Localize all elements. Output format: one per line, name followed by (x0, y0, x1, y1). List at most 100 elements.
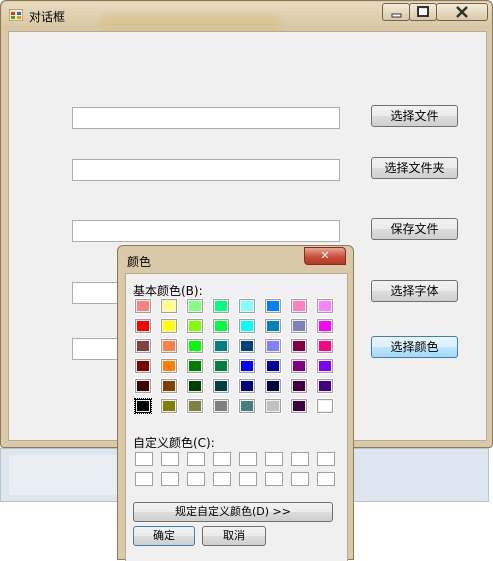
close-window-button[interactable] (436, 3, 488, 21)
basic-color-swatch[interactable] (316, 398, 334, 414)
basic-color-swatch[interactable] (238, 378, 256, 394)
basic-color-swatch[interactable] (134, 298, 152, 314)
swatch-fill (215, 321, 227, 331)
swatch-fill (293, 381, 305, 391)
custom-color-well[interactable] (291, 452, 309, 466)
swatch-fill (319, 341, 331, 351)
swatch-fill (189, 321, 201, 331)
basic-color-swatch[interactable] (290, 358, 308, 374)
basic-color-swatch[interactable] (160, 318, 178, 334)
basic-color-swatch[interactable] (186, 338, 204, 354)
swatch-fill (189, 361, 201, 371)
select-color-button[interactable]: 选择颜色 (371, 336, 458, 358)
custom-color-well[interactable] (161, 472, 179, 486)
dialog-close-button[interactable]: ✕ (304, 247, 346, 265)
basic-color-swatch[interactable] (316, 318, 334, 334)
basic-color-swatch[interactable] (290, 338, 308, 354)
save-file-button[interactable]: 保存文件 (371, 218, 458, 240)
basic-color-swatch[interactable] (186, 358, 204, 374)
swatch-fill (267, 321, 279, 331)
basic-color-swatch[interactable] (186, 298, 204, 314)
define-custom-colors-button[interactable]: 规定自定义颜色(D) >> (133, 502, 333, 522)
swatch-fill (319, 401, 331, 411)
maximize-button[interactable] (409, 3, 437, 21)
basic-color-swatch[interactable] (160, 358, 178, 374)
selected-color-swatch[interactable] (134, 398, 152, 414)
swatch-fill (267, 401, 279, 411)
custom-color-well[interactable] (135, 452, 153, 466)
basic-color-swatch[interactable] (160, 398, 178, 414)
custom-colors-label: 自定义颜色(C): (133, 436, 215, 450)
custom-color-well[interactable] (265, 452, 283, 466)
custom-color-well[interactable] (265, 472, 283, 486)
minimize-button[interactable] (382, 3, 410, 21)
custom-color-well[interactable] (291, 472, 309, 486)
basic-color-swatch[interactable] (212, 378, 230, 394)
basic-color-swatch[interactable] (212, 398, 230, 414)
select-folder-button[interactable]: 选择文件夹 (371, 157, 458, 179)
swatch-fill (215, 381, 227, 391)
select-file-button[interactable]: 选择文件 (371, 105, 458, 127)
basic-color-swatch[interactable] (238, 358, 256, 374)
basic-color-swatch[interactable] (160, 378, 178, 394)
swatch-fill (267, 361, 279, 371)
swatch-fill (241, 401, 253, 411)
swatch-fill (241, 321, 253, 331)
basic-color-swatch[interactable] (264, 318, 282, 334)
basic-color-swatch[interactable] (290, 298, 308, 314)
basic-color-swatch[interactable] (238, 298, 256, 314)
basic-color-swatch[interactable] (134, 378, 152, 394)
basic-color-swatch[interactable] (264, 358, 282, 374)
basic-color-swatch[interactable] (134, 318, 152, 334)
swatch-fill (241, 361, 253, 371)
custom-color-well[interactable] (213, 472, 231, 486)
basic-color-swatch[interactable] (238, 338, 256, 354)
save-path-input[interactable] (72, 220, 340, 242)
custom-color-well[interactable] (317, 472, 335, 486)
basic-color-swatch[interactable] (186, 318, 204, 334)
swatch-fill (215, 361, 227, 371)
swatch-fill (215, 341, 227, 351)
custom-color-well[interactable] (187, 472, 205, 486)
basic-color-swatch[interactable] (316, 338, 334, 354)
custom-color-well[interactable] (317, 452, 335, 466)
basic-color-swatch[interactable] (212, 338, 230, 354)
swatch-fill (163, 401, 175, 411)
basic-color-swatch[interactable] (316, 298, 334, 314)
basic-color-swatch[interactable] (290, 378, 308, 394)
basic-color-swatch[interactable] (160, 338, 178, 354)
basic-color-swatch[interactable] (212, 318, 230, 334)
close-icon (456, 6, 468, 18)
basic-color-swatch[interactable] (134, 358, 152, 374)
basic-color-swatch[interactable] (316, 378, 334, 394)
basic-color-swatch[interactable] (212, 358, 230, 374)
basic-color-swatch[interactable] (290, 398, 308, 414)
basic-color-swatch[interactable] (316, 358, 334, 374)
select-font-button[interactable]: 选择字体 (371, 280, 458, 302)
basic-color-swatch[interactable] (134, 338, 152, 354)
basic-color-swatch[interactable] (212, 298, 230, 314)
basic-color-swatch[interactable] (186, 378, 204, 394)
color-dialog: 颜色 ✕ 基本颜色(B): 自定义颜色(C): 规定自定义颜色(D) >> 确定… (117, 245, 354, 561)
basic-color-swatch[interactable] (264, 378, 282, 394)
custom-color-well[interactable] (239, 472, 257, 486)
swatch-fill (241, 341, 253, 351)
basic-color-swatch[interactable] (264, 398, 282, 414)
folder-path-input[interactable] (72, 159, 340, 181)
cancel-button[interactable]: 取消 (202, 526, 266, 546)
basic-color-swatch[interactable] (186, 398, 204, 414)
basic-color-swatch[interactable] (238, 398, 256, 414)
custom-color-well[interactable] (161, 452, 179, 466)
basic-color-swatch[interactable] (264, 298, 282, 314)
custom-color-well[interactable] (213, 452, 231, 466)
custom-color-well[interactable] (187, 452, 205, 466)
background-window-panel (9, 455, 119, 495)
custom-color-well[interactable] (135, 472, 153, 486)
file-path-input[interactable] (72, 107, 340, 129)
ok-button[interactable]: 确定 (133, 526, 195, 546)
basic-color-swatch[interactable] (238, 318, 256, 334)
basic-color-swatch[interactable] (290, 318, 308, 334)
basic-color-swatch[interactable] (264, 338, 282, 354)
custom-color-well[interactable] (239, 452, 257, 466)
basic-color-swatch[interactable] (160, 298, 178, 314)
